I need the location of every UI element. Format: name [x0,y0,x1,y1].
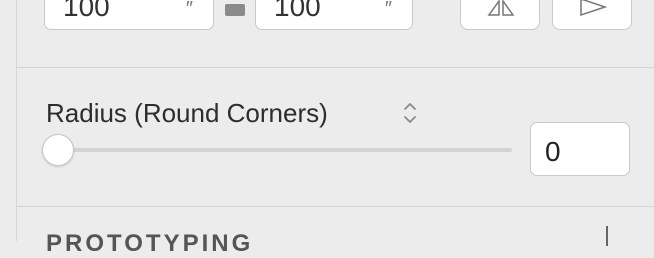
height-input[interactable]: 100 ″ [255,0,413,30]
width-input[interactable]: 100 ″ [44,0,214,30]
height-value: 100 [274,0,321,22]
width-value: 100 [63,0,110,22]
radius-label: Radius (Round Corners) [46,98,328,128]
width-unit: ″ [185,0,193,20]
radius-slider-thumb[interactable] [42,134,74,166]
prototyping-section-title: PROTOTYPING [46,230,254,257]
flip-icon [487,0,515,16]
radius-slider-track[interactable] [58,148,512,152]
radius-value-input[interactable]: 0 [530,122,630,176]
flip-button[interactable] [460,0,540,30]
stepper-icon[interactable] [400,98,420,128]
inspector-panel: 100 ″ 100 ″ Radius (Round Corners) 0 PRO… [0,0,654,257]
send-icon [580,0,607,17]
send-button[interactable] [552,0,632,30]
radius-value: 0 [545,136,561,167]
add-prototyping-icon[interactable] [606,226,608,246]
section-divider [17,67,654,68]
height-unit: ″ [384,0,392,20]
lock-icon[interactable] [225,4,245,16]
panel-left-border [16,0,17,241]
section-divider [17,206,654,207]
